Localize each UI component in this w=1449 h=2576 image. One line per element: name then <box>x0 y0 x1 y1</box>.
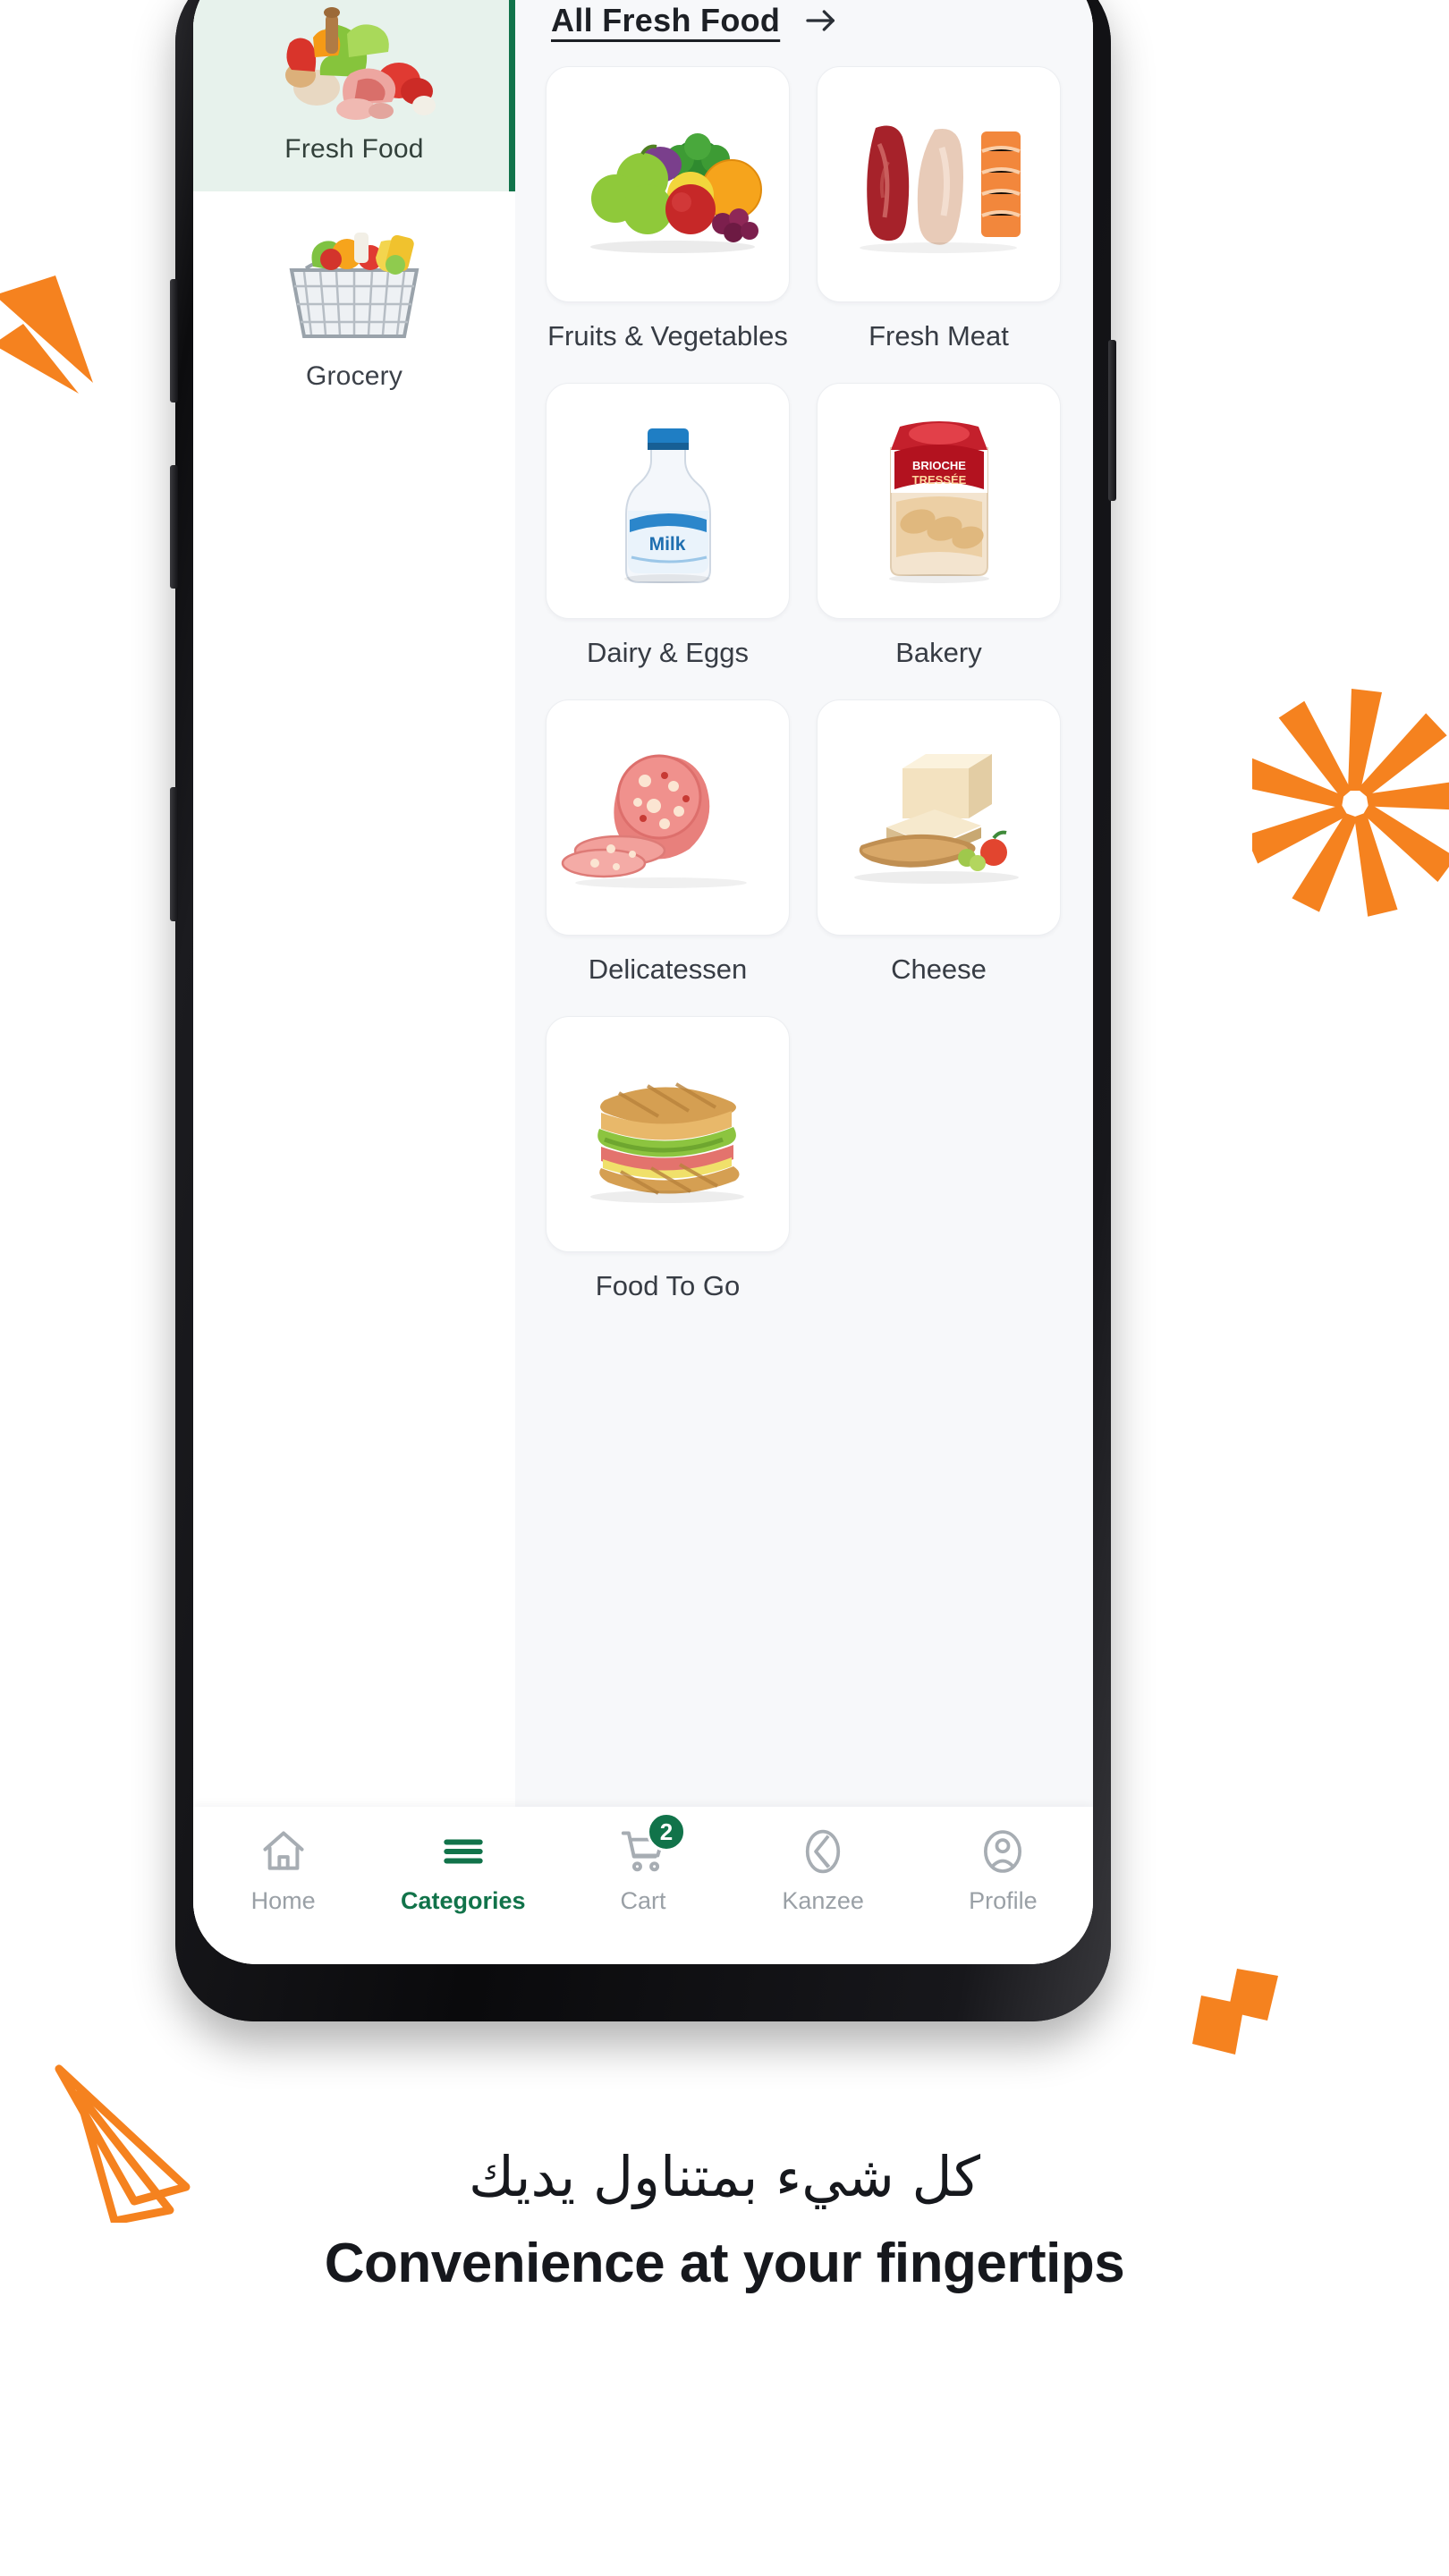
phone-mockup: Fresh Food Grocery All Fresh Food Fruits… <box>170 0 1116 2021</box>
sidebar-item-grocery[interactable]: Grocery <box>193 191 515 419</box>
category-card-label: Fruits & Vegetables <box>547 320 788 352</box>
nav-item-label: Cart <box>620 1887 666 1914</box>
user-profile-icon <box>978 1826 1028 1877</box>
nav-item-categories[interactable]: Categories <box>380 1826 547 1915</box>
nav-item-home[interactable]: Home <box>200 1826 367 1915</box>
grocery-basket-thumb-icon <box>265 215 444 349</box>
app-body: Fresh Food Grocery All Fresh Food Fruits… <box>193 0 1093 1807</box>
home-icon <box>258 1826 309 1877</box>
phone-screen: Fresh Food Grocery All Fresh Food Fruits… <box>193 0 1093 1964</box>
promo-canvas: Fresh Food Grocery All Fresh Food Fruits… <box>0 0 1449 2576</box>
nav-item-kanzee[interactable]: Kanzee <box>740 1826 906 1915</box>
taglines-block: كل شيء بمتناول يديك Convenience at your … <box>0 2142 1449 2295</box>
category-card-label: Fresh Meat <box>869 320 1009 352</box>
category-card-fresh-meat[interactable]: Fresh Meat <box>817 66 1061 352</box>
app-viewport: Fresh Food Grocery All Fresh Food Fruits… <box>193 0 1093 1964</box>
fresh-meat-image-icon <box>859 125 1021 253</box>
tagline-arabic: كل شيء بمتناول يديك <box>468 2144 981 2209</box>
mortadella-image-icon <box>561 754 747 888</box>
category-card-bakery[interactable]: BRIOCHE TRESSÉE Bakery <box>817 383 1061 669</box>
category-card-label: Cheese <box>891 953 987 985</box>
category-card-image-frame: BRIOCHE TRESSÉE <box>817 383 1061 619</box>
all-fresh-food-link[interactable]: All Fresh Food <box>551 2 780 39</box>
sidebar-item-label: Fresh Food <box>284 134 424 164</box>
kanzee-logo-icon <box>798 1826 848 1877</box>
nav-item-label: Kanzee <box>782 1887 864 1914</box>
bottom-navigation[interactable]: Home Categories 2 Cart Kanzee Profile <box>193 1807 1093 1964</box>
arrow-right-icon[interactable] <box>803 3 839 38</box>
orange-chips-icon <box>1192 1969 1278 2055</box>
nav-item-label: Profile <box>969 1887 1038 1914</box>
volume-up-button[interactable] <box>170 279 178 402</box>
paper-plane-solid-left-icon <box>0 275 93 394</box>
category-card-label: Dairy & Eggs <box>587 637 749 668</box>
category-card-image-frame: Milk <box>546 383 790 619</box>
milk-bottle-image-icon: Milk <box>623 428 711 583</box>
category-card-dairy-eggs[interactable]: Milk Dairy & Eggs <box>546 383 790 669</box>
sidebar-item-label: Grocery <box>305 361 403 391</box>
category-card-delicatessen[interactable]: Delicatessen <box>546 699 790 986</box>
shopping-cart-icon: 2 <box>618 1812 686 1877</box>
category-card-label: Food To Go <box>595 1270 741 1301</box>
cart-badge-count: 2 <box>646 1812 686 1852</box>
category-card-image-frame <box>817 699 1061 936</box>
category-card-label: Delicatessen <box>588 953 748 985</box>
category-card-image-frame <box>546 699 790 936</box>
menu-lines-icon <box>438 1826 488 1877</box>
cheese-wedge-image-icon <box>853 754 1019 884</box>
category-card-image-frame <box>546 66 790 302</box>
nav-item-label: Home <box>250 1887 316 1914</box>
category-card-label: Bakery <box>895 637 982 668</box>
category-card-food-to-go[interactable]: Food To Go <box>546 1016 790 1302</box>
bread-package-image-icon: BRIOCHE TRESSÉE <box>888 421 989 583</box>
tagline-english: Convenience at your fingertips <box>324 2232 1125 2294</box>
category-card-image-frame <box>546 1016 790 1252</box>
category-card-fruits-vegetables[interactable]: Fruits & Vegetables <box>546 66 790 352</box>
power-button-right[interactable] <box>1108 340 1116 501</box>
content-header: All Fresh Food <box>551 2 1061 39</box>
category-grid: Fruits & Vegetables Fresh Meat Milk Dair… <box>546 66 1061 1302</box>
nav-item-label: Categories <box>401 1887 526 1914</box>
power-button-left[interactable] <box>170 787 178 921</box>
svg-text:BRIOCHE: BRIOCHE <box>912 459 966 472</box>
nav-item-profile[interactable]: Profile <box>919 1826 1086 1915</box>
orange-starburst-icon <box>1252 689 1449 920</box>
category-card-cheese[interactable]: Cheese <box>817 699 1061 986</box>
volume-down-button[interactable] <box>170 465 178 589</box>
sandwich-image-icon <box>589 1082 744 1203</box>
category-card-image-frame <box>817 66 1061 302</box>
category-sidebar[interactable]: Fresh Food Grocery <box>193 0 515 1807</box>
fresh-food-thumb-icon <box>265 0 444 122</box>
svg-text:Milk: Milk <box>648 534 685 555</box>
fruits-vegetables-image-icon <box>589 133 762 253</box>
sidebar-item-fresh-food[interactable]: Fresh Food <box>193 0 515 191</box>
nav-item-cart[interactable]: 2 Cart <box>560 1812 726 1915</box>
svg-text:TRESSÉE: TRESSÉE <box>911 473 966 487</box>
category-content: All Fresh Food Fruits & Vegetables Fresh… <box>515 0 1093 1807</box>
